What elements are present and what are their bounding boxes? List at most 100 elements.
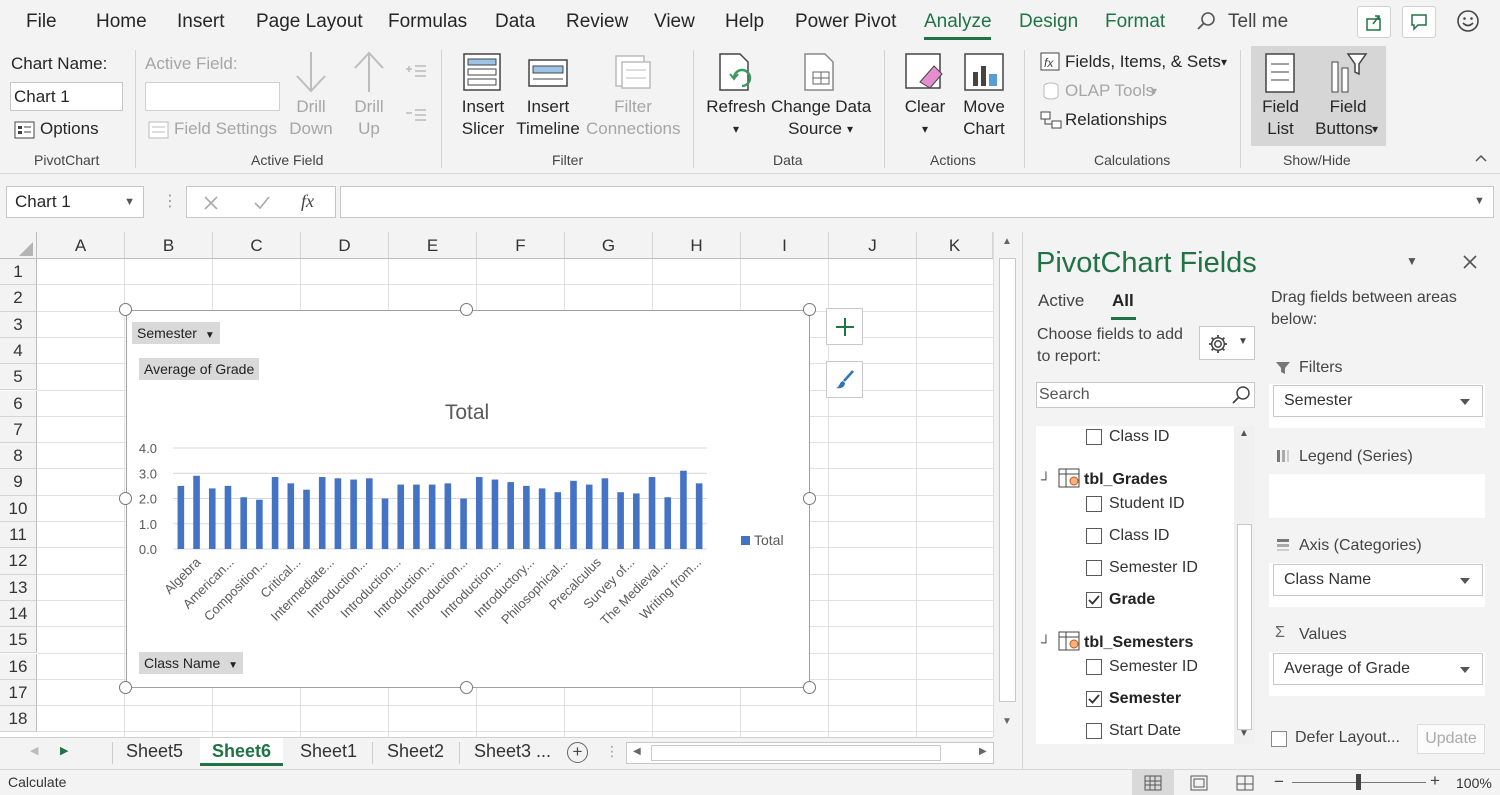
row-header-9[interactable]: 9: [0, 469, 37, 496]
cancel-icon[interactable]: [203, 195, 219, 211]
values-average-grade-dropdown[interactable]: Average of Grade: [1273, 653, 1483, 685]
formula-input[interactable]: [340, 186, 1494, 218]
enter-check-icon[interactable]: [253, 195, 271, 211]
select-all-corner[interactable]: [0, 232, 37, 259]
prev-sheet-icon[interactable]: ◀: [30, 744, 38, 757]
resize-handle[interactable]: [119, 303, 132, 316]
zoom-out-button[interactable]: −: [1274, 772, 1284, 792]
menu-help[interactable]: Help: [725, 11, 764, 33]
update-button[interactable]: Update: [1417, 724, 1485, 754]
scroll-down-icon[interactable]: ▼: [1002, 716, 1012, 727]
expand-formula-bar-icon[interactable]: ▼: [1474, 195, 1485, 207]
scroll-down-icon[interactable]: ▼: [1239, 728, 1249, 739]
axis-class-name-dropdown[interactable]: Class Name: [1273, 564, 1483, 596]
menu-home[interactable]: Home: [96, 11, 147, 33]
olap-tools-button[interactable]: OLAP Tools ▾: [1038, 79, 1168, 103]
row-header-10[interactable]: 10: [0, 495, 37, 522]
expand-field-icon[interactable]: [404, 62, 428, 80]
sheet-tab-sheet6[interactable]: Sheet6: [200, 738, 284, 766]
insert-slicer-button[interactable]: Insert Slicer: [455, 50, 511, 142]
pane-options-dropdown-icon[interactable]: ▼: [1406, 254, 1418, 268]
collapse-table-icon[interactable]: ┘: [1041, 471, 1051, 487]
row-header-8[interactable]: 8: [0, 443, 37, 470]
sheet-tab-sheet1[interactable]: Sheet1: [300, 740, 357, 768]
menu-review[interactable]: Review: [566, 11, 628, 33]
field-list-scrollbar[interactable]: ▲ ▼: [1234, 426, 1255, 744]
chart-styles-button[interactable]: [826, 361, 863, 398]
column-header-a[interactable]: A: [37, 232, 125, 259]
row-header-16[interactable]: 16: [0, 653, 37, 680]
smiley-feedback-icon[interactable]: [1456, 9, 1480, 38]
vertical-scroll-thumb[interactable]: [999, 258, 1016, 702]
comments-button[interactable]: [1402, 6, 1436, 38]
collapse-ribbon-icon[interactable]: [1474, 152, 1488, 164]
chart-name-input[interactable]: Chart 1: [10, 82, 123, 111]
defer-layout-checkbox[interactable]: [1271, 731, 1287, 747]
pivot-chart[interactable]: Semester ▼ Average of Grade Class Name ▼…: [126, 310, 810, 688]
row-header-11[interactable]: 11: [0, 522, 37, 549]
menu-page-layout[interactable]: Page Layout: [256, 11, 363, 33]
active-field-input[interactable]: [145, 82, 280, 111]
next-sheet-icon[interactable]: ▶: [60, 744, 68, 757]
field-checkbox-class-id[interactable]: [1086, 528, 1102, 544]
clear-button[interactable]: Clear ▾: [898, 50, 952, 142]
name-box[interactable]: Chart 1 ▼: [6, 186, 144, 218]
field-checkbox-start-date[interactable]: [1086, 723, 1102, 739]
sheet-tab-sheet3[interactable]: Sheet3 ...: [474, 740, 551, 768]
filters-semester-dropdown[interactable]: Semester: [1273, 385, 1483, 417]
row-header-14[interactable]: 14: [0, 600, 37, 628]
sheet-tab-sheet5[interactable]: Sheet5: [126, 740, 183, 768]
menu-data[interactable]: Data: [495, 11, 535, 33]
relationships-button[interactable]: Relationships: [1038, 108, 1178, 132]
options-button[interactable]: Options: [14, 118, 104, 142]
field-buttons-toggle[interactable]: Field Buttons ▾: [1312, 50, 1384, 142]
tab-all-fields[interactable]: All: [1112, 291, 1134, 311]
zoom-slider-thumb[interactable]: [1356, 774, 1361, 790]
drill-up-button[interactable]: Drill Up: [346, 50, 392, 142]
field-list-toggle[interactable]: Field List: [1253, 50, 1308, 142]
resize-handle[interactable]: [460, 681, 473, 694]
page-break-view-icon[interactable]: [1236, 775, 1254, 791]
change-data-source-button[interactable]: Change Data Source ▾: [771, 50, 871, 142]
menu-formulas[interactable]: Formulas: [388, 11, 467, 33]
filter-connections-button[interactable]: Filter Connections: [586, 50, 681, 142]
scroll-up-icon[interactable]: ▲: [1002, 236, 1012, 247]
column-header-j[interactable]: J: [829, 232, 917, 259]
row-header-5[interactable]: 5: [0, 364, 37, 391]
column-header-h[interactable]: H: [653, 232, 741, 259]
page-layout-view-icon[interactable]: [1190, 775, 1208, 791]
row-header-3[interactable]: 3: [0, 311, 37, 338]
chart-elements-button[interactable]: [826, 308, 863, 345]
column-header-i[interactable]: I: [741, 232, 829, 259]
tab-format[interactable]: Format: [1105, 11, 1165, 33]
resize-handle[interactable]: [803, 303, 816, 316]
resize-handle[interactable]: [803, 681, 816, 694]
field-checkbox-class-id[interactable]: [1086, 429, 1102, 445]
row-header-4[interactable]: 4: [0, 337, 37, 365]
column-header-k[interactable]: K: [917, 232, 993, 259]
collapse-field-icon[interactable]: [404, 106, 428, 124]
column-header-e[interactable]: E: [389, 232, 477, 259]
row-header-1[interactable]: 1: [0, 259, 37, 286]
scroll-up-icon[interactable]: ▲: [1239, 428, 1249, 439]
row-header-18[interactable]: 18: [0, 706, 37, 733]
insert-function-button[interactable]: fx: [301, 191, 314, 212]
tell-me-search[interactable]: Tell me: [1228, 11, 1288, 33]
scroll-left-icon[interactable]: ◀: [633, 746, 641, 757]
resize-handle[interactable]: [119, 681, 132, 694]
refresh-button[interactable]: Refresh ▾: [706, 50, 766, 142]
row-header-6[interactable]: 6: [0, 390, 37, 417]
row-header-15[interactable]: 15: [0, 627, 37, 654]
menu-file[interactable]: File: [26, 11, 57, 33]
collapse-table-icon[interactable]: ┘: [1041, 634, 1051, 650]
legend-area[interactable]: [1269, 474, 1485, 518]
row-header-12[interactable]: 12: [0, 548, 37, 575]
zoom-level[interactable]: 100%: [1456, 775, 1492, 791]
normal-view-button[interactable]: [1132, 770, 1174, 795]
resize-handle[interactable]: [119, 492, 132, 505]
field-list-settings-button[interactable]: ▼: [1199, 326, 1255, 360]
move-chart-button[interactable]: Move Chart: [957, 50, 1011, 142]
column-header-g[interactable]: G: [565, 232, 653, 259]
insert-timeline-button[interactable]: Insert Timeline: [515, 50, 581, 142]
scroll-right-icon[interactable]: ▶: [979, 746, 987, 757]
